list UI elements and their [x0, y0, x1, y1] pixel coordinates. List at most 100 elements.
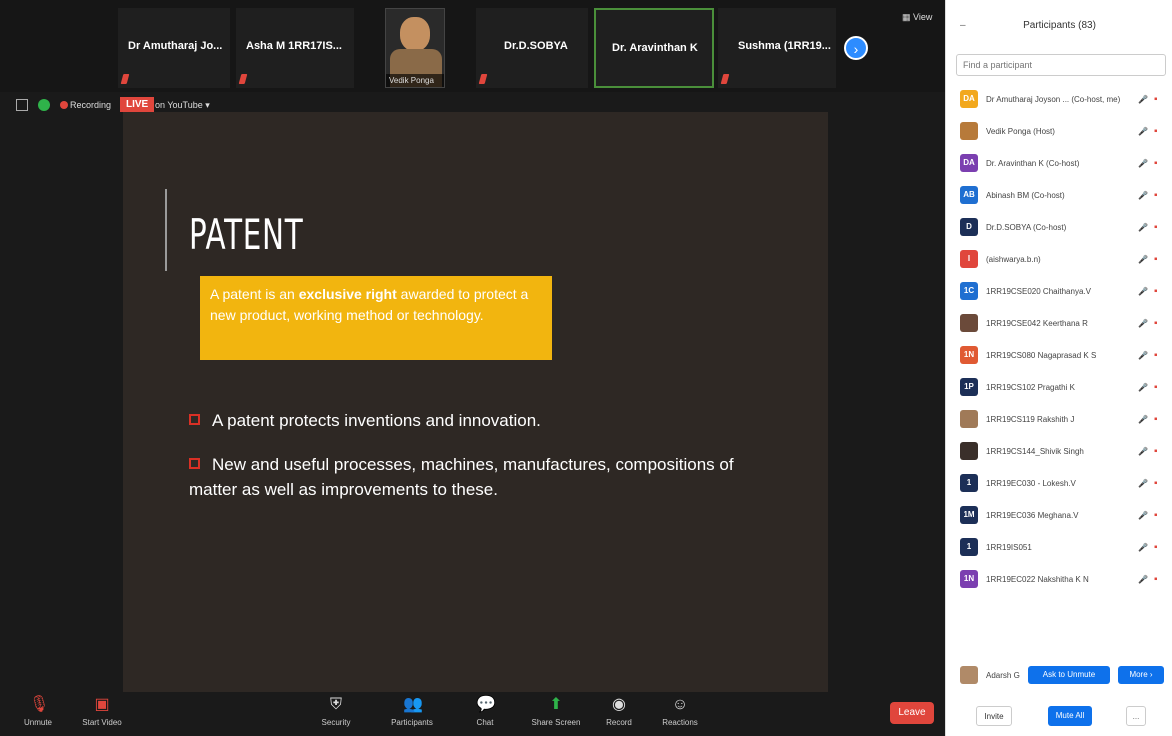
video-off-icon: ▪: [1154, 254, 1158, 265]
participant-row[interactable]: DA Dr. Aravinthan K (Co-host) 🎤 ▪: [946, 148, 1172, 180]
participant-row[interactable]: 1M 1RR19EC036 Meghana.V 🎤 ▪: [946, 500, 1172, 532]
avatar: 1C: [960, 282, 978, 300]
unmute-button[interactable]: 🎙 Unmute: [18, 696, 58, 727]
avatar: [960, 666, 978, 684]
muted-mic-icon: 🎤: [1138, 159, 1148, 168]
video-off-icon: ▪: [1154, 414, 1158, 425]
participant-row[interactable]: I (aishwarya.b.n) 🎤 ▪: [946, 244, 1172, 276]
record-dot-icon: [60, 101, 68, 109]
muted-mic-icon: 🎤: [1138, 479, 1148, 488]
video-tile[interactable]: Dr Amutharaj Jo...: [118, 8, 230, 88]
view-button[interactable]: ▦ View: [902, 12, 932, 23]
participant-row[interactable]: AB Abinash BM (Co-host) 🎤 ▪: [946, 180, 1172, 212]
participant-row[interactable]: 1P 1RR19CS102 Pragathi K 🎤 ▪: [946, 372, 1172, 404]
avatar: D: [960, 218, 978, 236]
tile-name: Dr.D.SOBYA: [504, 40, 568, 52]
reactions-label: Reactions: [662, 718, 698, 727]
muted-mic-icon: 🎤: [1138, 383, 1148, 392]
video-tile-speaking[interactable]: Dr. Aravinthan K: [594, 8, 714, 88]
slide-title: PATENT: [189, 210, 304, 259]
ask-to-unmute-button[interactable]: Ask to Unmute: [1028, 666, 1110, 684]
muted-mic-icon: 🎤: [1138, 127, 1148, 136]
start-video-button[interactable]: ▣ Start Video: [74, 696, 130, 727]
participants-panel: – Participants (83) DA Dr Amutharaj Joyso…: [945, 0, 1172, 736]
participant-row[interactable]: 1N 1RR19EC022 Nakshitha K N 🎤 ▪: [946, 564, 1172, 596]
youtube-label-text: on YouTube: [155, 100, 203, 110]
participant-face: [400, 17, 430, 51]
share-screen-icon: ⬆: [549, 696, 563, 713]
zoom-meeting-window: Dr Amutharaj Jo... Asha M 1RR17IS... Ved…: [0, 0, 1172, 736]
participant-row[interactable]: 1C 1RR19CSE020 Chaithanya.V 🎤 ▪: [946, 276, 1172, 308]
muted-mic-icon: 🎤: [1138, 447, 1148, 456]
participant-row[interactable]: Vedik Ponga (Host) 🎤 ▪: [946, 116, 1172, 148]
more-options-button[interactable]: ...: [1126, 706, 1146, 726]
active-video-tile[interactable]: Vedik Ponga: [385, 8, 445, 88]
tile-name: Dr Amutharaj Jo...: [128, 40, 223, 52]
panel-title: Participants (83): [1023, 20, 1096, 31]
participant-name: Dr.D.SOBYA (Co-host): [986, 223, 1067, 232]
mute-all-button[interactable]: Mute All: [1048, 706, 1092, 726]
video-tile[interactable]: Asha M 1RR17IS...: [236, 8, 354, 88]
security-button[interactable]: ⛨ Security: [316, 696, 356, 727]
participant-row[interactable]: 1 1RR19IS051 🎤 ▪: [946, 532, 1172, 564]
record-label: Record: [606, 718, 632, 727]
shield-icon: ⛨: [329, 696, 342, 713]
avatar: 1: [960, 538, 978, 556]
muted-mic-icon: 🎙: [29, 696, 50, 713]
video-off-icon: ▪: [1154, 318, 1158, 329]
participant-row[interactable]: 1N 1RR19CS080 Nagaprasad K S 🎤 ▪: [946, 340, 1172, 372]
info-icon[interactable]: [16, 99, 28, 111]
avatar: AB: [960, 186, 978, 204]
leave-button[interactable]: Leave: [890, 702, 934, 724]
muted-mic-icon: 🎤: [1138, 319, 1148, 328]
muted-mic-icon: [478, 74, 488, 84]
participant-row[interactable]: 1 1RR19EC030 - Lokesh.V 🎤 ▪: [946, 468, 1172, 500]
shield-icon[interactable]: [38, 99, 50, 111]
video-tile[interactable]: Sushma (1RR19...: [718, 8, 836, 88]
participant-name: 1RR19IS051: [986, 543, 1032, 552]
live-badge[interactable]: LIVE: [120, 97, 155, 112]
bullet-item: New and useful processes, machines, manu…: [189, 452, 734, 502]
participant-name: Adarsh G: [986, 671, 1020, 680]
invite-button[interactable]: Invite: [976, 706, 1012, 726]
video-tile[interactable]: Dr.D.SOBYA: [476, 8, 588, 88]
participants-icon: 👥: [403, 696, 423, 713]
muted-mic-icon: [720, 74, 730, 84]
participants-button[interactable]: 👥 Participants: [382, 696, 442, 727]
participant-row[interactable]: 1RR19CS144_Shivik Singh 🎤 ▪: [946, 436, 1172, 468]
participant-name: 1RR19EC036 Meghana.V: [986, 511, 1079, 520]
video-off-icon: ▪: [1154, 222, 1158, 233]
muted-mic-icon: 🎤: [1138, 287, 1148, 296]
recording-label: Recording: [70, 100, 112, 110]
reactions-button[interactable]: ☺ Reactions: [660, 696, 700, 727]
youtube-label[interactable]: on YouTube ▾: [155, 100, 210, 111]
record-icon: ◉: [612, 696, 626, 713]
video-off-icon: ▪: [1154, 478, 1158, 489]
avatar: 1N: [960, 346, 978, 364]
share-screen-button[interactable]: ⬆ Share Screen: [526, 696, 586, 727]
more-button[interactable]: More ›: [1118, 666, 1164, 684]
bullet-text: A patent protects inventions and innovat…: [212, 411, 541, 430]
start-video-label: Start Video: [82, 718, 122, 727]
muted-mic-icon: 🎤: [1138, 415, 1148, 424]
participants-label: Participants: [391, 718, 433, 727]
meeting-area: Dr Amutharaj Jo... Asha M 1RR17IS... Ved…: [0, 0, 945, 736]
next-page-button[interactable]: ›: [844, 36, 868, 60]
bullet-text-continued: matter as well as improvements to these.: [189, 480, 498, 499]
participant-row[interactable]: DA Dr Amutharaj Joyson ... (Co-host, me) 🎤…: [946, 84, 1172, 116]
panel-footer: Invite Mute All ...: [946, 700, 1172, 736]
video-off-icon: ▪: [1154, 574, 1158, 585]
chat-label: Chat: [476, 718, 494, 727]
chat-button[interactable]: 💬 Chat: [470, 696, 500, 727]
participant-row[interactable]: 1RR19CS119 Rakshith J 🎤 ▪: [946, 404, 1172, 436]
record-button[interactable]: ◉ Record: [604, 696, 634, 727]
muted-mic-icon: 🎤: [1138, 255, 1148, 264]
participant-search-input[interactable]: [956, 54, 1166, 76]
avatar: [960, 410, 978, 428]
muted-mic-icon: 🎤: [1138, 543, 1148, 552]
participant-row[interactable]: D Dr.D.SOBYA (Co-host) 🎤 ▪: [946, 212, 1172, 244]
video-off-icon: ▪: [1154, 510, 1158, 521]
participant-row[interactable]: 1RR19CSE042 Keerthana R 🎤 ▪: [946, 308, 1172, 340]
avatar: 1: [960, 474, 978, 492]
muted-mic-icon: 🎤: [1138, 223, 1148, 232]
